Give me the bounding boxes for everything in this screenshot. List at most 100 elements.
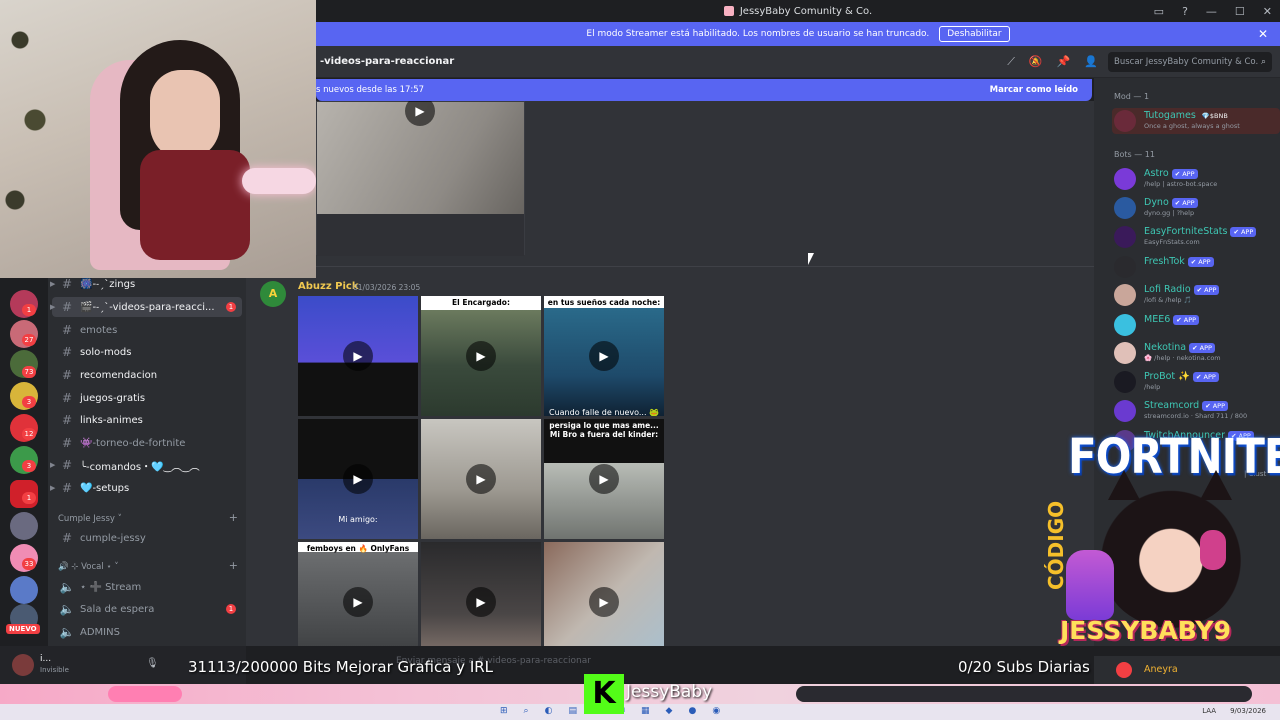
speaker-icon: 🔈 bbox=[59, 602, 75, 616]
edge-icon[interactable]: ◐ bbox=[545, 706, 553, 716]
play-icon[interactable]: ▶ bbox=[343, 587, 373, 617]
channel-item-active[interactable]: ▶ # 🎬-˗ˏˋ-videos-para-reacci... 1 bbox=[50, 297, 242, 317]
server-icon[interactable] bbox=[10, 576, 38, 604]
channel-item[interactable]: # emotes bbox=[52, 320, 242, 340]
member-name: Nekotina ✔ APP bbox=[1144, 342, 1215, 353]
member-item[interactable]: EasyFortniteStats ✔ APP EasyFnStats.com bbox=[1112, 224, 1280, 250]
calendar-icon[interactable]: ▦ bbox=[641, 706, 650, 716]
channel-label: 👾-torneo-de-fortnite bbox=[80, 437, 186, 449]
member-item[interactable]: Dyno ✔ APP dyno.gg | ?help bbox=[1112, 195, 1280, 221]
play-icon[interactable]: ▶ bbox=[466, 464, 496, 494]
unread-badge: 1 bbox=[226, 604, 236, 614]
video-thumbnail[interactable]: El Encargado: ▶ bbox=[421, 296, 541, 416]
hash-icon: # bbox=[61, 368, 73, 382]
maximize-button[interactable]: ☐ bbox=[1235, 5, 1245, 18]
play-icon[interactable]: ▶ bbox=[343, 464, 373, 494]
clock-date[interactable]: 9/03/2026 bbox=[1230, 707, 1266, 715]
video-attachment[interactable]: ▶ bbox=[316, 101, 525, 256]
server-icon[interactable] bbox=[10, 512, 38, 540]
avatar bbox=[1114, 226, 1136, 248]
voice-channel-item[interactable]: 🔈 ⋆ ➕ Stream bbox=[52, 577, 242, 597]
member-activity: dyno.gg | ?help bbox=[1144, 209, 1195, 217]
bots-group-header: Bots — 11 bbox=[1114, 150, 1155, 159]
channel-header: -videos-para-reaccionar ⟋ 🔕 📌 👤 Buscar J… bbox=[316, 46, 1280, 78]
member-item[interactable]: Lofi Radio ✔ APP /lofi & /help 🎵 bbox=[1112, 282, 1280, 308]
brave-icon[interactable]: ◆ bbox=[666, 706, 673, 716]
channel-item[interactable]: # recomendacion bbox=[52, 365, 242, 385]
channel-item[interactable]: ▶ # 🩵-setups bbox=[50, 478, 242, 498]
video-thumbnail[interactable]: Mi amigo: ▶ bbox=[298, 419, 418, 539]
language-indicator[interactable]: LAA bbox=[1202, 707, 1216, 715]
chat-area: ▶ A Abuzz Pick 01/03/2026 23:05 ▶ El Enc… bbox=[246, 101, 1094, 646]
member-item[interactable]: Streamcord ✔ APP streamcord.io · Shard 71… bbox=[1112, 398, 1280, 424]
video-thumbnail[interactable]: ▶ bbox=[298, 296, 418, 416]
search-icon[interactable]: ⌕ bbox=[524, 706, 529, 716]
fortnite-title: FORTNITE bbox=[1068, 428, 1280, 485]
close-window-button[interactable]: ✕ bbox=[1263, 5, 1272, 18]
member-item[interactable]: FreshTok ✔ APP bbox=[1112, 254, 1280, 280]
voice-channel-item[interactable]: 🔈 ADMINS bbox=[52, 622, 242, 642]
search-input[interactable]: Buscar JessyBaby Comunity & Co. ⌕ bbox=[1108, 51, 1272, 72]
server-badge: 73 bbox=[22, 366, 36, 378]
video-thumbnail[interactable]: ▶ bbox=[421, 419, 541, 539]
threads-icon[interactable]: ⟋ bbox=[1007, 55, 1015, 69]
bits-progress-bar bbox=[108, 686, 182, 702]
avatar bbox=[1114, 168, 1136, 190]
inbox-icon[interactable]: ▭ bbox=[1154, 5, 1164, 18]
category-vocal[interactable]: 🔊 ⊹ Vocal ⋆ ˅ bbox=[58, 562, 119, 572]
help-icon[interactable]: ? bbox=[1182, 5, 1188, 18]
disable-streamer-button[interactable]: Deshabilitar bbox=[939, 26, 1010, 42]
add-channel-icon[interactable]: + bbox=[229, 559, 238, 572]
members-icon[interactable]: 👤 bbox=[1084, 55, 1098, 69]
message-author[interactable]: Abuzz Pick bbox=[298, 281, 358, 292]
video-thumbnail[interactable]: ▶ bbox=[421, 542, 541, 646]
play-icon[interactable]: ▶ bbox=[589, 341, 619, 371]
minimize-button[interactable]: — bbox=[1206, 5, 1217, 18]
channel-label: solo-mods bbox=[80, 346, 132, 358]
mark-as-read-button[interactable]: Marcar como leído bbox=[990, 85, 1078, 95]
video-thumbnail[interactable]: femboys en 🔥 OnlyFans ▶ bbox=[298, 542, 418, 646]
mute-bell-icon[interactable]: 🔕 bbox=[1029, 55, 1043, 69]
avatar bbox=[1114, 110, 1136, 132]
member-item[interactable]: Astro ✔ APP /help | astro-bot.space bbox=[1112, 166, 1280, 192]
add-channel-icon[interactable]: + bbox=[229, 511, 238, 524]
channel-item[interactable]: # juegos-gratis bbox=[52, 388, 242, 408]
unread-badge: 1 bbox=[226, 302, 236, 312]
channel-item[interactable]: ▶ # ╰-comandos・🩵‿︵‿︵ bbox=[50, 455, 242, 475]
folder-icon[interactable]: ▤ bbox=[568, 706, 577, 716]
play-icon[interactable]: ▶ bbox=[343, 341, 373, 371]
channel-label: cumple-jessy bbox=[80, 532, 146, 544]
channel-label: Sala de espera bbox=[80, 603, 155, 615]
message-timestamp: 01/03/2026 23:05 bbox=[353, 283, 421, 292]
video-thumbnail[interactable]: persiga lo que mas ame... Mi Bro a fuera… bbox=[544, 419, 664, 539]
webcam-overlay bbox=[0, 0, 316, 278]
pin-icon[interactable]: 📌 bbox=[1057, 55, 1071, 69]
new-messages-bar[interactable]: s nuevos desde las 17:57 Marcar como leí… bbox=[316, 79, 1092, 101]
member-item[interactable]: Tutogames 💎$BNB Once a ghost, always a gh… bbox=[1112, 108, 1280, 134]
avatar bbox=[1114, 284, 1136, 306]
member-name: Astro ✔ APP bbox=[1144, 168, 1198, 179]
category-cumple[interactable]: Cumple Jessy ˅ bbox=[58, 514, 122, 524]
channel-item[interactable]: # cumple-jessy bbox=[52, 528, 242, 548]
voice-channel-item[interactable]: 🔈 Sala de espera 1 bbox=[52, 599, 242, 619]
member-item[interactable]: MEE6 ✔ APP bbox=[1112, 312, 1280, 338]
member-item[interactable]: ProBot ✨ ✔ APP /help bbox=[1112, 369, 1280, 395]
channel-item[interactable]: # 👾-torneo-de-fortnite bbox=[52, 433, 242, 453]
video-thumbnail[interactable]: en tus sueños cada noche: Cuando falle d… bbox=[544, 296, 664, 416]
obs-icon[interactable]: ● bbox=[688, 706, 696, 716]
windows-start-icon[interactable]: ⊞ bbox=[500, 706, 508, 716]
discord-icon[interactable]: ◉ bbox=[712, 706, 720, 716]
avatar[interactable]: A bbox=[260, 281, 286, 307]
avatar bbox=[1114, 314, 1136, 336]
close-banner-icon[interactable]: ✕ bbox=[1258, 27, 1268, 41]
play-icon[interactable]: ▶ bbox=[405, 101, 435, 126]
hash-icon: # bbox=[61, 436, 73, 450]
channel-item[interactable]: # links-animes bbox=[52, 410, 242, 430]
play-icon[interactable]: ▶ bbox=[466, 341, 496, 371]
play-icon[interactable]: ▶ bbox=[589, 587, 619, 617]
play-icon[interactable]: ▶ bbox=[589, 464, 619, 494]
play-icon[interactable]: ▶ bbox=[466, 587, 496, 617]
member-item[interactable]: Nekotina ✔ APP 🌸 /help · nekotina.com bbox=[1112, 340, 1280, 366]
channel-item[interactable]: # solo-mods bbox=[52, 342, 242, 362]
video-thumbnail[interactable]: ▶ bbox=[544, 542, 664, 646]
